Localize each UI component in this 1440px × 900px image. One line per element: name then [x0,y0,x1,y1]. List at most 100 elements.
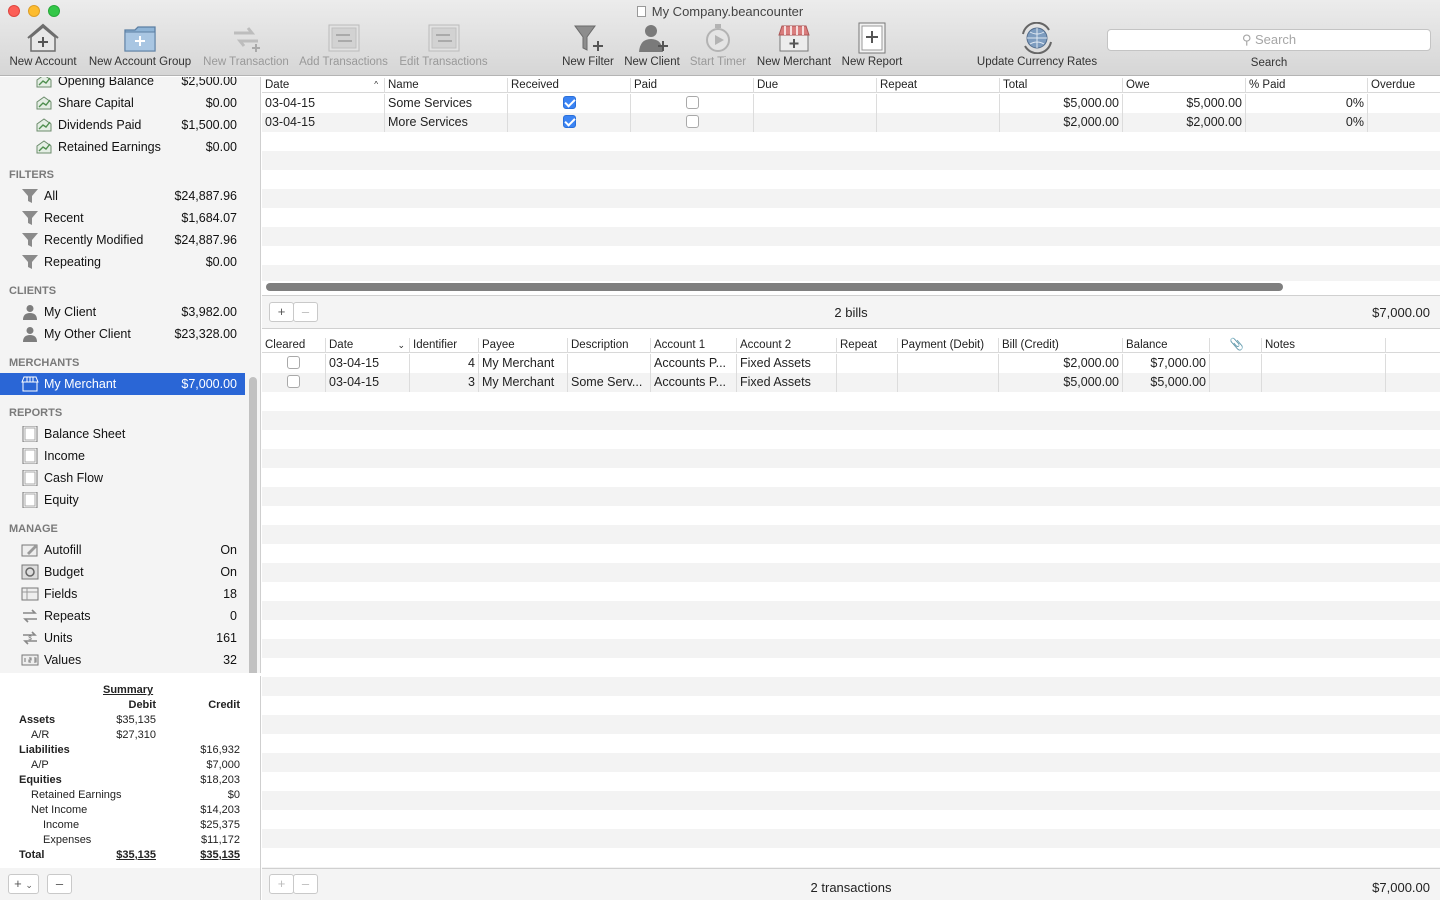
start-timer-button[interactable]: Start Timer [688,22,748,72]
bills-col-received[interactable]: Received [508,78,631,93]
tx-notes [1262,354,1386,373]
sidebar-item-retained-earnings[interactable]: Retained Earnings $0.00 [0,136,245,158]
sidebar-item-balance-sheet[interactable]: Balance Sheet [0,423,245,445]
sidebar-item-label: Retained Earnings [58,140,161,154]
sort-descending-icon: ⌄ [397,340,405,350]
bills-col-percent-paid[interactable]: % Paid [1246,78,1368,93]
report-plus-icon [858,22,886,54]
new-account-group-button[interactable]: New Account Group [86,22,194,72]
tx-col-cleared[interactable]: Cleared [262,338,326,353]
tx-col-date[interactable]: Date ⌄ [326,338,410,353]
sidebar-item-value: 0 [230,609,237,623]
bills-col-total[interactable]: Total [1000,78,1123,93]
tx-col-notes[interactable]: Notes [1262,338,1386,353]
sidebar-item-units[interactable]: $ Units 161 [0,627,245,649]
tx-col-account-1[interactable]: Account 1 [651,338,737,353]
sidebar-item-filter-all[interactable]: All $24,887.96 [0,185,245,207]
new-merchant-button[interactable]: New Merchant [755,22,833,72]
tx-repeat [837,373,898,392]
cleared-checkbox[interactable] [287,356,300,370]
tx-col-payee[interactable]: Payee [479,338,568,353]
sidebar-item-cash-flow[interactable]: Cash Flow [0,467,245,489]
sidebar-item-dividends-paid[interactable]: Dividends Paid $1,500.00 [0,114,245,136]
tx-col-balance[interactable]: Balance [1123,338,1210,353]
summary-row-total: Total $35,135 $35,135 [0,849,261,864]
sidebar-item-filter-recently-modified[interactable]: Recently Modified $24,887.96 [0,229,245,251]
sidebar-item-my-client[interactable]: My Client $3,982.00 [0,301,245,323]
update-currency-rates-button[interactable]: Update Currency Rates [973,22,1101,72]
tx-col-payment-debit[interactable]: Payment (Debit) [898,338,999,353]
remove-button[interactable]: – [47,874,72,894]
sidebar-item-equity[interactable]: Equity [0,489,245,511]
sidebar-item-filter-repeating[interactable]: Repeating $0.00 [0,251,245,273]
tx-account-1: Accounts P... [651,354,737,373]
bills-col-due[interactable]: Due [754,78,877,93]
new-account-button[interactable]: New Account [8,22,78,72]
tx-attachment [1210,354,1262,373]
edit-transactions-button[interactable]: Edit Transactions [397,22,490,72]
search-input[interactable]: ⚲ Search [1107,29,1431,51]
tx-account-2: Fixed Assets [737,354,837,373]
tx-date: 03-04-15 [326,373,410,392]
sidebar-item-opening-balance[interactable]: Opening Balance $2,500.00 [0,77,245,92]
sidebar-item-label: Fields [44,587,78,601]
tx-col-account-2[interactable]: Account 2 [737,338,837,353]
table-row[interactable]: 03-04-15 3 My Merchant Some Serv... Acco… [262,373,1440,392]
table-row[interactable]: 03-04-15 4 My Merchant Accounts P... Fix… [262,354,1440,373]
sidebar-item-values[interactable]: Values 32 [0,649,245,671]
sidebar-item-fields[interactable]: Fields 18 [0,583,245,605]
paid-checkbox[interactable] [685,96,699,110]
sidebar-item-value: $3,982.00 [181,305,237,319]
bills-col-repeat[interactable]: Repeat [877,78,1000,93]
new-client-button[interactable]: New Client [622,22,682,72]
bills-horizontal-scrollbar[interactable] [266,283,1283,291]
tx-col-repeat[interactable]: Repeat [837,338,898,353]
sidebar-item-label: Cash Flow [44,471,104,485]
bills-col-overdue[interactable]: Overdue [1368,78,1440,93]
sidebar-item-income[interactable]: Income [0,445,245,467]
sidebar-item-repeats[interactable]: Repeats 0 [0,605,245,627]
sidebar-item-label: Opening Balance [58,77,154,88]
tx-notes [1262,373,1386,392]
table-row[interactable]: 03-04-15 More Services $2,000.00 $2,000.… [262,113,1440,132]
tx-col-bill-credit[interactable]: Bill (Credit) [999,338,1123,353]
add-transactions-button[interactable]: Add Transactions [297,22,390,72]
bill-overdue [1368,94,1440,113]
add-menu-button[interactable]: + ⌄ [8,874,39,894]
sidebar-item-value: 18 [223,587,237,601]
tx-col-attachment[interactable]: 📎 [1210,338,1262,353]
summary-row: Net Income $14,203 [0,804,261,819]
new-report-button[interactable]: New Report [840,22,904,72]
tx-col-identifier[interactable]: Identifier [410,338,479,353]
bills-col-paid[interactable]: Paid [631,78,754,93]
sidebar-item-share-capital[interactable]: Share Capital $0.00 [0,92,245,114]
table-row[interactable]: 03-04-15 Some Services $5,000.00 $5,000.… [262,94,1440,113]
sidebar-item-value: $24,887.96 [174,233,237,247]
sidebar-item-autofill[interactable]: Autofill On [0,539,245,561]
bills-col-date[interactable]: Date ^ [262,78,385,93]
sidebar-item-my-merchant[interactable]: My Merchant $7,000.00 [0,373,245,395]
document-transfer-icon [328,24,359,52]
bills-col-name[interactable]: Name [385,78,508,93]
new-transaction-button[interactable]: New Transaction [201,22,291,72]
received-checkbox[interactable] [562,96,576,110]
tx-col-description[interactable]: Description [568,338,651,353]
sidebar-item-filter-recent[interactable]: Recent $1,684.07 [0,207,245,229]
sidebar-item-budget[interactable]: Budget On [0,561,245,583]
manage-section-title: MANAGE [9,523,58,535]
tx-attachment [1210,373,1262,392]
sidebar-scrollbar[interactable] [249,377,257,673]
received-checkbox[interactable] [562,115,576,129]
transactions-count: 2 transactions [810,880,892,895]
paid-checkbox[interactable] [685,115,699,129]
window-title: My Company.beancounter [0,4,1440,19]
bill-paid-cell [631,113,754,132]
bills-col-owe[interactable]: Owe [1123,78,1246,93]
sidebar-item-label: Share Capital [58,96,134,110]
sidebar-item-my-other-client[interactable]: My Other Client $23,328.00 [0,323,245,345]
cleared-checkbox[interactable] [287,375,300,389]
account-chart-icon [36,96,52,110]
sidebar: Opening Balance $2,500.00 Share Capital … [0,77,261,673]
funnel-icon [22,255,38,269]
new-filter-button[interactable]: New Filter [560,22,616,72]
